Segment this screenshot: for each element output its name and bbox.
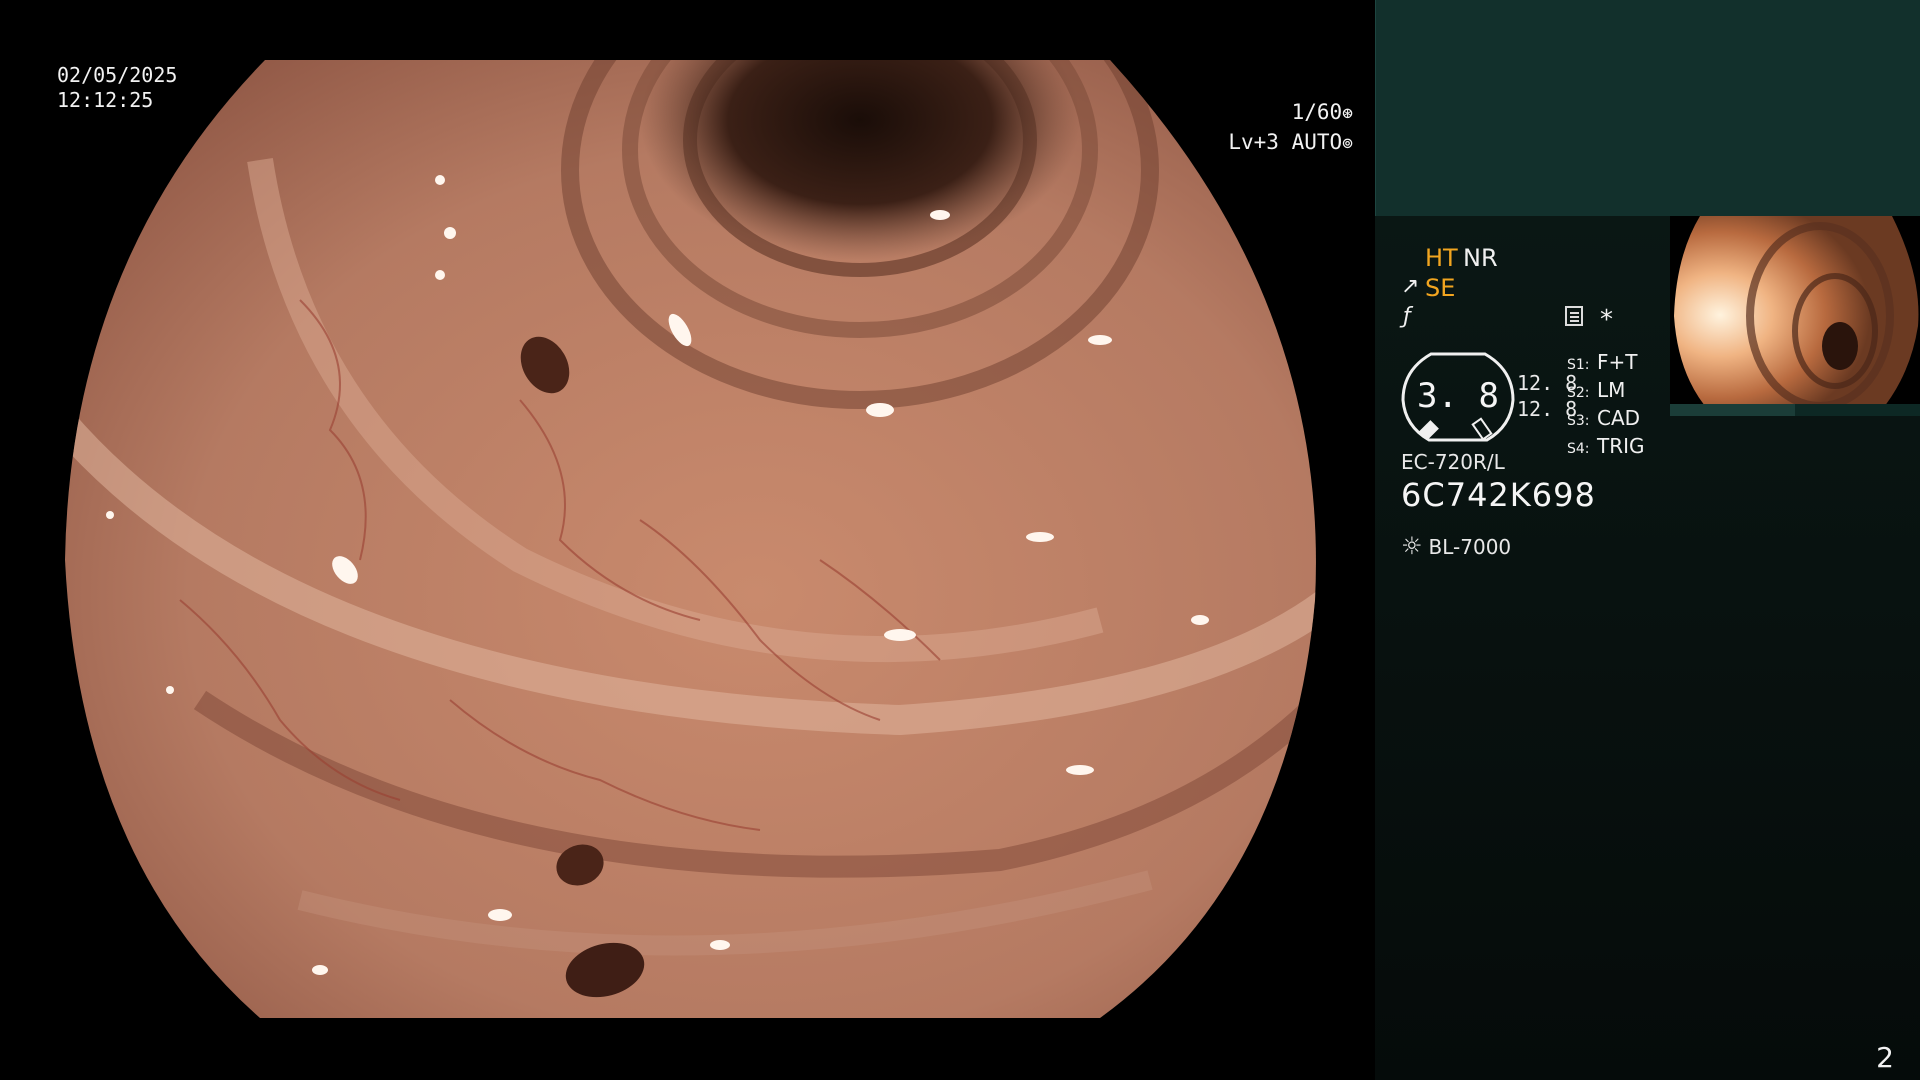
iris-icon: ⊚ — [1342, 133, 1353, 154]
page-number: 2 — [1876, 1041, 1894, 1074]
pip-status-strip — [1670, 404, 1920, 416]
switch-row: S1: F+T — [1567, 350, 1638, 374]
info-panel-header — [1375, 0, 1920, 216]
switch-row: S4: TRIG — [1567, 434, 1645, 458]
exposure-overlay: 1/60⊛ Lv+3 AUTO⊚ — [1228, 98, 1353, 158]
sun-icon: ☼ — [1401, 532, 1423, 560]
mode-se: SE — [1425, 274, 1456, 302]
light-source-label: BL-7000 — [1428, 535, 1512, 559]
switch-row: S3: CAD — [1567, 406, 1641, 430]
mode-nr: NR — [1463, 244, 1498, 272]
shutter-speed: 1/60 — [1291, 100, 1343, 124]
scope-model: EC-720R/L — [1401, 450, 1505, 474]
switch-row: S2: LM — [1567, 378, 1626, 402]
dial-gauge: 3. 8 — [1401, 350, 1515, 444]
switch-assignments: S1: F+T S2: LM S3: CAD S4: TRIG — [1567, 350, 1645, 462]
dial-value: 3. 8 — [1417, 376, 1499, 416]
light-source: ☼ BL-7000 — [1401, 532, 1511, 560]
asterisk-mark: * — [1600, 305, 1613, 335]
date-text: 02/05/2025 — [57, 63, 178, 87]
brightness-level: Lv+3 AUTO — [1228, 130, 1343, 154]
filter-icon: ƒ — [1403, 304, 1411, 329]
endoscope-view: 02/05/2025 12:12:25 1/60⊛ Lv+3 AUTO⊚ — [0, 0, 1375, 1080]
info-panel: HT NR ↗ SE ƒ * 3. 8 12. 8 12. 8 S1: F+T S… — [1375, 0, 1920, 1080]
mode-ht: HT — [1425, 244, 1458, 272]
memo-icon — [1565, 306, 1583, 326]
time-text: 12:12:25 — [57, 88, 154, 112]
aperture-icon: ⊛ — [1342, 103, 1353, 124]
pip-image — [1674, 216, 1919, 412]
endoscopic-image — [65, 60, 1316, 1018]
date-time-overlay: 02/05/2025 12:12:25 — [57, 63, 177, 113]
pip-thumbnail[interactable] — [1670, 216, 1920, 414]
scope-tip-icon: ↗ — [1401, 274, 1420, 299]
scope-serial: 6C742K698 — [1401, 476, 1596, 514]
